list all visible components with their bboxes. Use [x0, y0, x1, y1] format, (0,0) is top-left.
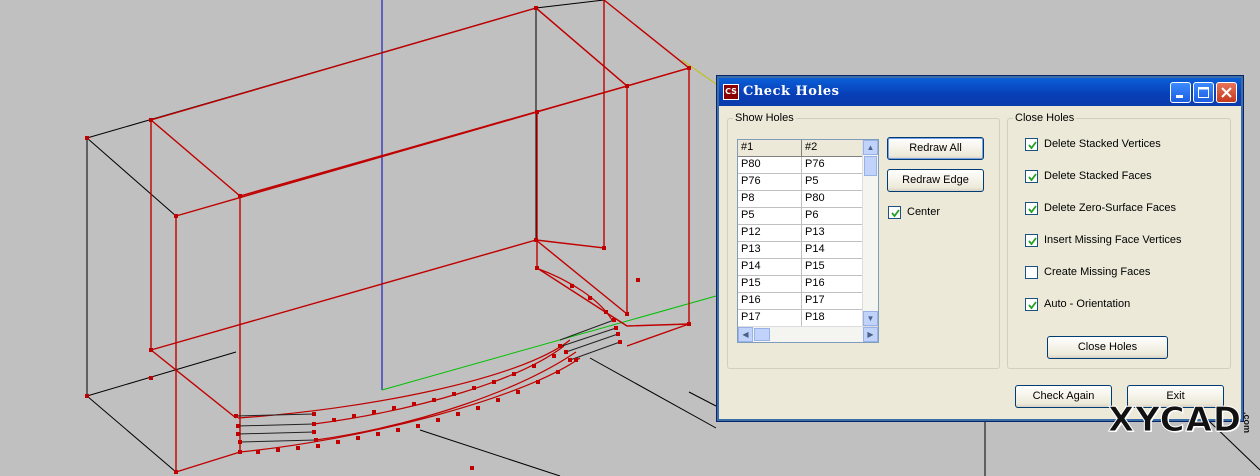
watermark-text: XYCAD [1107, 400, 1243, 441]
y-axis [681, 59, 717, 85]
checkmark-icon [1028, 237, 1037, 246]
table-row[interactable]: P17 P18 [738, 310, 878, 327]
checkmark-icon [1028, 173, 1037, 182]
table-cell: P16 [738, 293, 802, 309]
center-label: Center [907, 206, 941, 218]
scroll-down-icon[interactable]: ▼ [863, 311, 878, 326]
checkbox-auto-orientation[interactable] [1025, 298, 1038, 311]
table-row[interactable]: P16 P17 [738, 293, 878, 310]
check-holes-dialog: CS Check Holes Show Holes #1 #2 P80 P76 P7… [716, 75, 1244, 422]
table-cell: P8 [738, 191, 802, 207]
table-cell: P76 [738, 174, 802, 190]
table-cell: P6 [802, 208, 866, 224]
checkbox-create-missing-faces[interactable] [1025, 266, 1038, 279]
table-row[interactable]: P76 P5 [738, 174, 878, 191]
option-label: Delete Stacked Vertices [1044, 138, 1161, 150]
dialog-titlebar[interactable]: CS Check Holes [719, 78, 1241, 106]
dialog-title: Check Holes [743, 84, 840, 99]
close-button[interactable] [1216, 82, 1237, 103]
table-header: #1 #2 [738, 140, 878, 157]
table-row[interactable]: P5 P6 [738, 208, 878, 225]
checkmark-icon [1028, 301, 1037, 310]
table-cell: P80 [738, 157, 802, 173]
hole-edges [235, 319, 621, 443]
vertical-scroll-thumb[interactable] [864, 156, 877, 176]
table-row[interactable]: P13 P14 [738, 242, 878, 259]
table-cell: P5 [802, 174, 866, 190]
option-label: Delete Zero-Surface Faces [1044, 202, 1177, 214]
close-holes-legend: Close Holes [1015, 112, 1075, 124]
redraw-all-button[interactable]: Redraw All [887, 137, 984, 160]
table-cell: P5 [738, 208, 802, 224]
center-checkbox[interactable] [888, 206, 901, 219]
table-cell: P13 [738, 242, 802, 258]
checkmark-icon [1028, 141, 1037, 150]
table-row[interactable]: P14 P15 [738, 259, 878, 276]
column-header-1[interactable]: #1 [738, 140, 802, 156]
table-cell: P15 [802, 259, 866, 275]
holes-table[interactable]: #1 #2 P80 P76 P76 P5 P8 P80 P5 P6 P12 P13 P13 P14 P1… [737, 139, 879, 343]
table-cell: P17 [738, 310, 802, 326]
table-row[interactable]: P8 P80 [738, 191, 878, 208]
close-holes-button[interactable]: Close Holes [1047, 336, 1168, 359]
checkmark-icon [1028, 205, 1037, 214]
checkbox-delete-stacked-vertices[interactable] [1025, 138, 1038, 151]
checkbox-delete-zero-surface-faces[interactable] [1025, 202, 1038, 215]
part-wireframe [150, 0, 690, 473]
table-row[interactable]: P15 P16 [738, 276, 878, 293]
checkmark-icon [891, 209, 900, 218]
xycad-watermark: XYCAD .com [1104, 398, 1254, 448]
vertical-scrollbar[interactable]: ▲ ▼ [862, 140, 878, 326]
table-cell: P14 [802, 242, 866, 258]
table-row[interactable]: P12 P13 [738, 225, 878, 242]
option-label: Create Missing Faces [1044, 266, 1151, 278]
table-cell: P16 [802, 276, 866, 292]
check-again-button[interactable]: Check Again [1015, 385, 1112, 408]
horizontal-scroll-thumb[interactable] [754, 328, 770, 341]
scroll-right-icon[interactable]: ▶ [863, 327, 878, 342]
table-cell: P14 [738, 259, 802, 275]
table-cell: P13 [802, 225, 866, 241]
horizontal-scrollbar[interactable]: ◀ ▶ [738, 326, 878, 342]
table-cell: P15 [738, 276, 802, 292]
scroll-up-icon[interactable]: ▲ [863, 140, 878, 155]
minimize-button[interactable] [1170, 82, 1191, 103]
app-icon: CS [723, 84, 739, 100]
option-label: Insert Missing Face Vertices [1044, 234, 1182, 246]
checkbox-insert-missing-face-vertices[interactable] [1025, 234, 1038, 247]
option-label: Delete Stacked Faces [1044, 170, 1152, 182]
table-cell: P12 [738, 225, 802, 241]
column-header-2[interactable]: #2 [802, 140, 866, 156]
redraw-edge-button[interactable]: Redraw Edge [887, 169, 984, 192]
watermark-suffix: .com [1242, 412, 1252, 434]
maximize-icon [1198, 87, 1209, 98]
close-icon [1221, 87, 1232, 98]
checkbox-delete-stacked-faces[interactable] [1025, 170, 1038, 183]
table-cell: P17 [802, 293, 866, 309]
table-row[interactable]: P80 P76 [738, 157, 878, 174]
minimize-icon [1176, 95, 1183, 98]
table-cell: P18 [802, 310, 866, 326]
maximize-button[interactable] [1193, 82, 1214, 103]
table-cell: P80 [802, 191, 866, 207]
option-label: Auto - Orientation [1044, 298, 1131, 310]
show-holes-legend: Show Holes [735, 112, 794, 124]
scroll-left-icon[interactable]: ◀ [738, 327, 753, 342]
table-body: P80 P76 P76 P5 P8 P80 P5 P6 P12 P13 P13 P14 P14 P15 P1… [738, 157, 878, 342]
table-cell: P76 [802, 157, 866, 173]
